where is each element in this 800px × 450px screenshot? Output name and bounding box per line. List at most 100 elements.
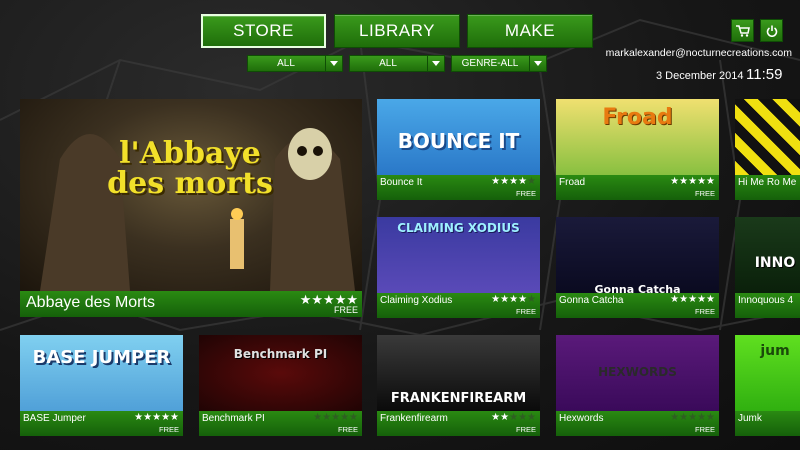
rating-star-icon: ★	[143, 412, 153, 423]
game-art-title: Benchmark PI	[233, 347, 328, 361]
rating-star-icon: ★	[311, 292, 324, 307]
game-price: FREE	[158, 425, 179, 434]
tab-make[interactable]: MAKE	[467, 14, 593, 48]
rating-star-icon: ★	[349, 412, 358, 423]
rating-star-icon: ★	[509, 176, 519, 187]
game-tile-gonna-catcha[interactable]: Gonna Catcha Gonna Catcha ★★★★★ FREE	[556, 217, 719, 318]
filter-2-label: ALL	[379, 58, 397, 69]
game-art: Froad	[556, 99, 719, 175]
game-art: INNO	[735, 217, 800, 293]
filter-dropdown-1[interactable]: ALL	[247, 55, 343, 72]
game-rating: ★★★★★	[491, 412, 536, 423]
game-info-bar: Benchmark PI ★★★★★ FREE	[199, 411, 362, 436]
game-price: FREE	[337, 425, 358, 434]
game-info-bar: Bounce It ★★★★★ FREE	[377, 175, 540, 200]
rating-star-icon: ★	[152, 412, 162, 423]
rating-star-icon: ★	[500, 412, 510, 423]
game-art-title: CLAIMING XODIUS	[397, 221, 520, 235]
rating-star-icon: ★	[331, 412, 341, 423]
rating-star-icon: ★	[697, 412, 707, 423]
game-name: Jumk	[738, 413, 762, 424]
game-tile-innoquous-4[interactable]: INNO Innoquous 4	[735, 217, 800, 318]
rating-star-icon: ★	[500, 294, 510, 305]
game-name: Froad	[559, 177, 586, 188]
rating-star-icon: ★	[161, 412, 171, 423]
rating-star-icon: ★	[500, 176, 510, 187]
game-info-bar: Innoquous 4	[735, 293, 800, 318]
game-tile-froad[interactable]: Froad Froad ★★★★★ FREE	[556, 99, 719, 200]
power-icon	[766, 25, 777, 37]
game-art	[735, 99, 800, 175]
game-price: FREE	[694, 307, 715, 316]
game-info-bar: Claiming Xodius ★★★★★ FREE	[377, 293, 540, 318]
chevron-down-icon	[325, 56, 342, 71]
rating-star-icon: ★	[323, 292, 335, 307]
game-rating: ★★★★★	[491, 294, 536, 305]
game-rating: ★★★★★	[670, 412, 715, 423]
game-name: Gonna Catcha	[559, 295, 624, 306]
account-email: markalexander@nocturnecreations.com	[605, 47, 792, 59]
game-rating: ★★★★★	[313, 412, 358, 423]
rating-star-icon: ★	[299, 292, 312, 307]
rating-star-icon: ★	[313, 412, 323, 423]
game-art: BOUNCE IT	[377, 99, 540, 175]
tab-store[interactable]: STORE	[201, 14, 326, 48]
game-name: Frankenfirearm	[380, 413, 448, 424]
tab-library[interactable]: LIBRARY	[334, 14, 460, 48]
game-price: FREE	[694, 425, 715, 434]
featured-game-art: l'Abbaye des morts	[20, 99, 362, 291]
game-rating: ★★★★★	[670, 294, 715, 305]
game-name: Innoquous 4	[738, 295, 794, 306]
rating-star-icon: ★	[134, 412, 144, 423]
rating-star-icon: ★	[509, 294, 519, 305]
game-info-bar: Hi Me Ro Me	[735, 175, 800, 200]
game-art: Benchmark PI	[199, 335, 362, 411]
game-art: BASE JUMPER	[20, 335, 183, 411]
game-price: FREE	[515, 307, 536, 316]
rating-star-icon: ★	[706, 412, 715, 423]
rating-star-icon: ★	[518, 294, 528, 305]
cart-button[interactable]	[731, 19, 754, 42]
rating-star-icon: ★	[679, 176, 689, 187]
genre-dropdown[interactable]: GENRE-ALL	[451, 55, 547, 72]
rating-star-icon: ★	[518, 176, 528, 187]
rating-star-icon: ★	[706, 294, 715, 305]
game-art-title: BASE JUMPER	[32, 347, 171, 368]
game-info-bar: Froad ★★★★★ FREE	[556, 175, 719, 200]
rating-star-icon: ★	[170, 412, 179, 423]
game-tile-bounce-it[interactable]: BOUNCE IT Bounce It ★★★★★ FREE	[377, 99, 540, 200]
game-tile-claiming-xodius[interactable]: CLAIMING XODIUS Claiming Xodius ★★★★★ FREE	[377, 217, 540, 318]
game-info-bar: Gonna Catcha ★★★★★ FREE	[556, 293, 719, 318]
game-tile-jumk[interactable]: jum Jumk	[735, 335, 800, 436]
current-time: 11:59	[746, 66, 783, 83]
game-info-bar: BASE Jumper ★★★★★ FREE	[20, 411, 183, 436]
rating-star-icon: ★	[518, 412, 528, 423]
filter-1-label: ALL	[277, 58, 295, 69]
game-art-title: HEXWORDS	[598, 365, 677, 379]
game-art: HEXWORDS	[556, 335, 719, 411]
game-tile-hi-me-ro-me[interactable]: Hi Me Ro Me	[735, 99, 800, 200]
featured-game-tile[interactable]: l'Abbaye des morts Abbaye des Morts ★★★★…	[20, 99, 362, 317]
rating-star-icon: ★	[688, 294, 698, 305]
rating-star-icon: ★	[509, 412, 519, 423]
game-tile-benchmark-pi[interactable]: Benchmark PI Benchmark PI ★★★★★ FREE	[199, 335, 362, 436]
rating-star-icon: ★	[340, 412, 350, 423]
game-tile-hexwords[interactable]: HEXWORDS Hexwords ★★★★★ FREE	[556, 335, 719, 436]
game-name: Hi Me Ro Me	[738, 177, 797, 188]
rating-star-icon: ★	[697, 176, 707, 187]
game-rating: ★★★★★	[491, 176, 536, 187]
game-art: Gonna Catcha	[556, 217, 719, 296]
game-tile-base-jumper[interactable]: BASE JUMPER BASE Jumper ★★★★★ FREE	[20, 335, 183, 436]
featured-info-bar: Abbaye des Morts ★★★★★ FREE	[20, 291, 362, 317]
game-price: FREE	[515, 189, 536, 198]
filter-dropdown-2[interactable]: ALL	[349, 55, 445, 72]
genre-label: GENRE-ALL	[461, 58, 519, 69]
game-name: Bounce It	[380, 177, 423, 188]
game-tile-frankenfirearm[interactable]: FRANKENFIREARM Frankenfirearm ★★★★★ FREE	[377, 335, 540, 436]
rating-star-icon: ★	[670, 176, 680, 187]
featured-art-title: l'Abbaye des morts	[107, 136, 273, 201]
cart-icon	[735, 24, 750, 37]
power-button[interactable]	[760, 19, 783, 42]
rating-star-icon: ★	[491, 412, 501, 423]
game-art-title: jum	[760, 343, 790, 359]
